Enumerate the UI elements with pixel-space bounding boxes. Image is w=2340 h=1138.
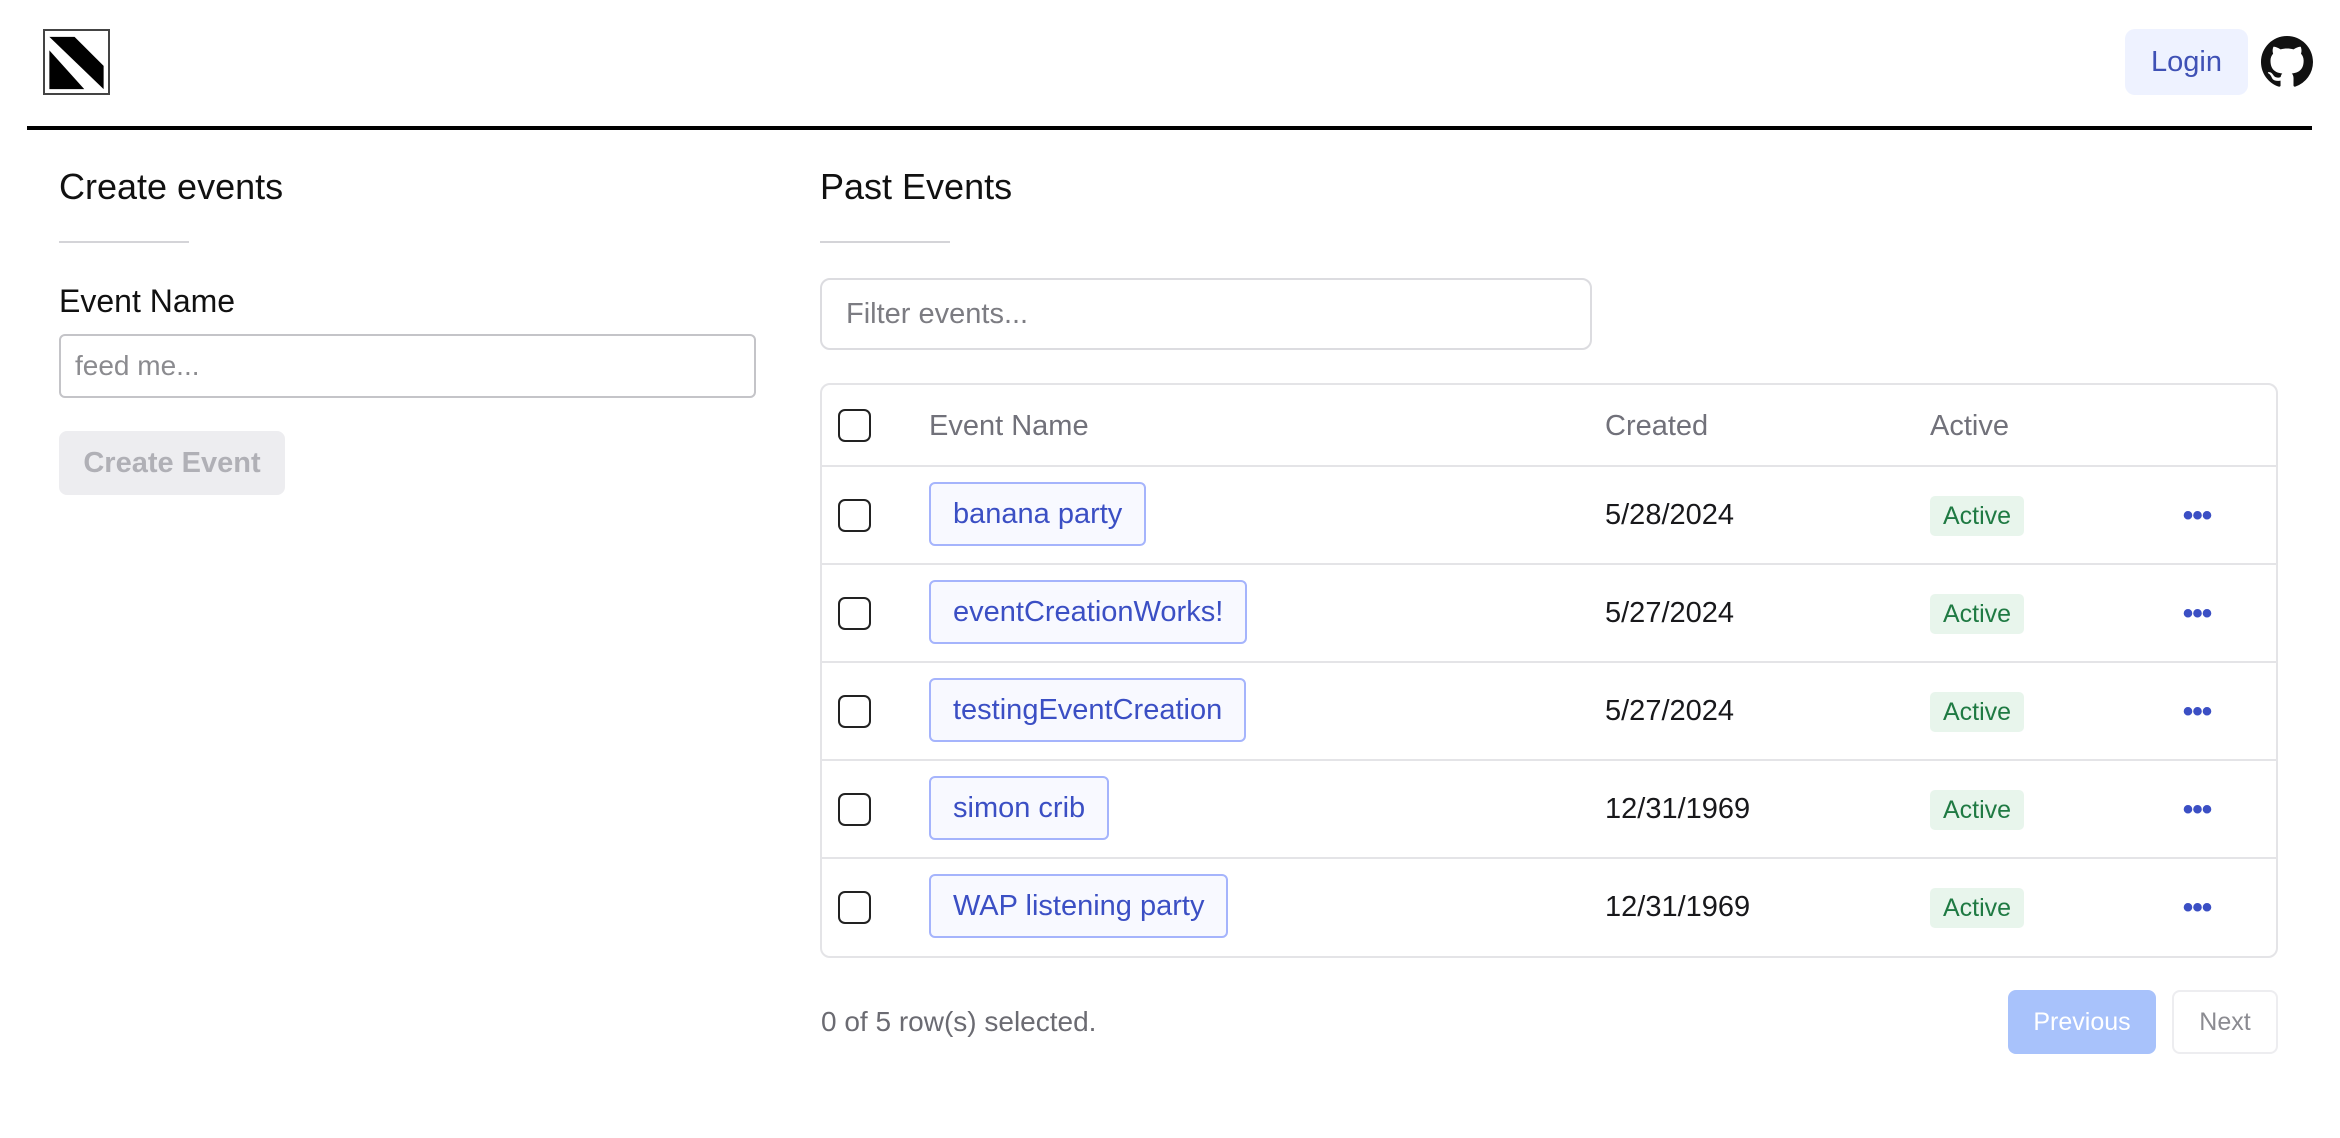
table-header-row: Event Name Created Active — [822, 385, 2276, 467]
selection-count: 0 of 5 row(s) selected. — [821, 1006, 1097, 1037]
row-checkbox[interactable] — [838, 499, 871, 532]
next-page-button[interactable]: Next — [2172, 990, 2278, 1054]
event-name-link[interactable]: testingEventCreation — [929, 678, 1247, 742]
row-actions-button[interactable]: ••• — [2175, 499, 2219, 532]
previous-page-button[interactable]: Previous — [2008, 990, 2156, 1054]
event-name-link[interactable]: WAP listening party — [929, 874, 1229, 938]
logo-icon[interactable] — [43, 29, 110, 95]
row-checkbox[interactable] — [838, 597, 871, 630]
status-badge: Active — [1930, 888, 2025, 928]
status-badge: Active — [1930, 692, 2025, 732]
row-checkbox[interactable] — [838, 793, 871, 826]
event-name-input[interactable] — [59, 334, 756, 398]
table-row: simon crib 12/31/1969 Active ••• — [822, 761, 2276, 859]
event-name-link[interactable]: banana party — [929, 482, 1147, 546]
column-header-created[interactable]: Created — [1605, 410, 1708, 443]
row-actions-button[interactable]: ••• — [2175, 793, 2219, 826]
created-date: 5/27/2024 — [1605, 695, 1735, 727]
create-events-title: Create events — [59, 166, 284, 207]
select-all-checkbox[interactable] — [838, 409, 871, 442]
past-events-title: Past Events — [820, 166, 1013, 207]
column-header-event-name[interactable]: Event Name — [929, 410, 1089, 443]
events-table: Event Name Created Active banana party 5… — [820, 383, 2278, 958]
filter-events-input[interactable] — [820, 278, 1592, 350]
event-name-link[interactable]: simon crib — [929, 776, 1110, 840]
table-row: eventCreationWorks! 5/27/2024 Active ••• — [822, 565, 2276, 663]
status-badge: Active — [1930, 594, 2025, 634]
created-date: 5/27/2024 — [1605, 597, 1735, 629]
table-row: banana party 5/28/2024 Active ••• — [822, 467, 2276, 565]
table-row: WAP listening party 12/31/1969 Active ••… — [822, 859, 2276, 956]
row-actions-button[interactable]: ••• — [2175, 597, 2219, 630]
top-bar: Login — [27, 0, 2313, 130]
create-events-divider — [59, 241, 189, 243]
github-icon[interactable] — [2261, 36, 2313, 88]
status-badge: Active — [1930, 496, 2025, 536]
created-date: 12/31/1969 — [1605, 891, 1751, 923]
create-event-button[interactable]: Create Event — [59, 431, 285, 495]
column-header-active[interactable]: Active — [1930, 410, 2009, 443]
created-date: 5/28/2024 — [1605, 499, 1735, 531]
past-events-divider — [820, 241, 950, 243]
row-checkbox[interactable] — [838, 891, 871, 924]
login-button[interactable]: Login — [2125, 29, 2248, 95]
event-name-link[interactable]: eventCreationWorks! — [929, 580, 1248, 644]
table-row: testingEventCreation 5/27/2024 Active ••… — [822, 663, 2276, 761]
created-date: 12/31/1969 — [1605, 793, 1751, 825]
status-badge: Active — [1930, 790, 2025, 830]
row-actions-button[interactable]: ••• — [2175, 891, 2219, 924]
row-checkbox[interactable] — [838, 695, 871, 728]
row-actions-button[interactable]: ••• — [2175, 695, 2219, 728]
event-name-label: Event Name — [59, 283, 236, 319]
